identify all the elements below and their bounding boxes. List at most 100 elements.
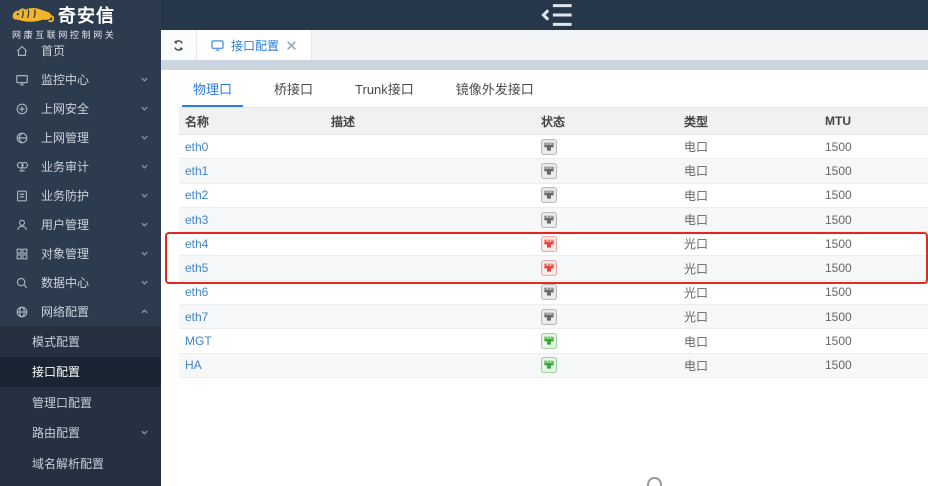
sidebar-item-internet-management[interactable]: 上网管理 — [0, 123, 161, 152]
interface-link-eth0[interactable]: eth0 — [185, 140, 208, 154]
sidebar-subitem-route-config[interactable]: 路由配置 — [0, 418, 161, 449]
cell-name: MGT — [179, 334, 325, 348]
cell-mtu: 1500 — [825, 261, 852, 276]
table-header-col-name: 名称 — [185, 114, 210, 129]
cell-type: 光口 — [684, 261, 709, 276]
refresh-icon[interactable] — [161, 30, 197, 60]
cell-mtu: 1500 — [825, 285, 852, 300]
interface-table: 名称 描述 状态 类型 MTU eth0 电口 1500 eth1 电口 1500 eth2 电口 15… — [179, 107, 928, 378]
table-header-col-description: 描述 — [331, 114, 356, 129]
sidebar-subitem-dhcp-service[interactable]: DHCP服务 — [0, 479, 161, 486]
port-status-red-icon — [541, 235, 557, 252]
table-row-eth1: eth1 电口 1500 — [179, 159, 928, 184]
chevron-up-icon — [140, 307, 149, 316]
monitor-icon — [15, 73, 29, 87]
port-status-gray-icon — [541, 187, 557, 204]
subtab-physical-port[interactable]: 物理口 — [181, 79, 244, 107]
interface-link-eth7[interactable]: eth7 — [185, 310, 208, 324]
cell-mtu: 1500 — [825, 236, 852, 251]
cell-status — [535, 163, 678, 179]
interface-link-eth4[interactable]: eth4 — [185, 237, 208, 251]
cell-mtu: 1500 — [825, 358, 852, 373]
sidebar-subitem-label: 接口配置 — [32, 365, 81, 380]
sidebar-item-data-center[interactable]: 数据中心 — [0, 268, 161, 297]
brand-subtitle: 网康互联网控制网关 — [12, 30, 117, 40]
cell-name: eth6 — [179, 285, 325, 299]
sidebar-subitem-label: 管理口配置 — [32, 395, 93, 410]
search-icon — [15, 276, 29, 290]
interface-link-eth2[interactable]: eth2 — [185, 188, 208, 202]
interface-subtabs: 物理口 桥接口 Trunk接口 镜像外发接口 — [161, 70, 928, 107]
cell-status — [535, 235, 678, 252]
topbar — [161, 0, 928, 30]
close-icon[interactable] — [286, 40, 297, 51]
cell-status — [535, 211, 678, 228]
brand-logo: 奇安信 网康互联网控制网关 — [0, 0, 161, 40]
main-content: 物理口 桥接口 Trunk接口 镜像外发接口 名称 描述 状态 类型 MTU eth0 电口 15… — [161, 70, 928, 486]
cell-name: eth5 — [179, 261, 325, 275]
cell-name: eth3 — [179, 213, 325, 227]
cell-name: HA — [179, 358, 325, 372]
sidebar-item-monitor-center[interactable]: 监控中心 — [0, 65, 161, 94]
port-status-green-icon — [541, 333, 557, 349]
sidebar-item-label: 上网安全 — [41, 102, 90, 116]
sidebar-item-internet-security[interactable]: 上网安全 — [0, 94, 161, 123]
cell-mtu: 1500 — [825, 163, 852, 178]
sidebar-nav: 首页 监控中心 上网安全 上网管理 业务审计 业务防护 用户管理 对象管理 数据中心 网络配置 模式… — [0, 36, 161, 486]
cell-status — [535, 138, 678, 155]
table-body: eth0 电口 1500 eth1 电口 1500 eth2 电口 1500 eth3 电口 1500… — [179, 135, 928, 378]
cell-type: 电口 — [684, 358, 709, 373]
port-status-gray-icon — [541, 211, 557, 228]
loading-spinner — [647, 477, 662, 486]
sidebar-subitem-label: 模式配置 — [32, 334, 81, 349]
tab-interface-config[interactable]: 接口配置 — [197, 30, 313, 60]
sidebar-subitem-label: 路由配置 — [32, 426, 81, 441]
sidebar-item-network-config[interactable]: 网络配置 — [0, 297, 161, 326]
table-row-eth6: eth6 光口 1500 — [179, 281, 928, 306]
chevron-down-icon — [140, 162, 149, 171]
sidebar-item-business-audit[interactable]: 业务审计 — [0, 152, 161, 181]
interface-link-ha[interactable]: HA — [185, 358, 202, 372]
monitor-icon — [211, 39, 224, 51]
cell-name: eth2 — [179, 188, 325, 202]
sidebar-item-label: 用户管理 — [41, 218, 90, 232]
target-icon — [15, 102, 29, 116]
tiger-logo-icon — [10, 5, 55, 25]
interface-link-eth1[interactable]: eth1 — [185, 164, 208, 178]
cell-mtu: 1500 — [825, 334, 852, 349]
interface-link-eth3[interactable]: eth3 — [185, 213, 208, 227]
cell-name: eth0 — [179, 140, 325, 154]
table-row-eth2: eth2 电口 1500 — [179, 184, 928, 208]
subtab-bridge-port[interactable]: 桥接口 — [274, 79, 313, 107]
audit-icon — [15, 160, 29, 174]
brand-title: 奇安信 — [58, 6, 115, 26]
sidebar-subitem-interface-config[interactable]: 接口配置 — [0, 356, 161, 387]
cell-type: 电口 — [684, 334, 709, 349]
chevron-down-icon — [140, 278, 149, 287]
sidebar-item-label: 数据中心 — [41, 276, 90, 290]
interface-link-eth5[interactable]: eth5 — [185, 261, 208, 275]
sidebar-subitem-mgmt-port-config[interactable]: 管理口配置 — [0, 387, 161, 418]
interface-link-mgt[interactable]: MGT — [185, 334, 212, 348]
sidebar-item-label: 网络配置 — [41, 305, 90, 319]
cell-type: 光口 — [684, 237, 709, 252]
cell-name: eth4 — [179, 237, 325, 251]
subtab-mirror-port[interactable]: 镜像外发接口 — [456, 79, 534, 107]
sidebar-subitem-dns-resolve-config[interactable]: 域名解析配置 — [0, 448, 161, 479]
sidebar-item-business-protection[interactable]: 业务防护 — [0, 181, 161, 210]
table-header-row: 名称 描述 状态 类型 MTU — [179, 107, 928, 135]
subtab-trunk-port[interactable]: Trunk接口 — [355, 79, 414, 107]
chevron-down-icon — [140, 428, 149, 437]
sidebar-item-label: 上网管理 — [41, 131, 90, 145]
sidebar-submenu-network-config: 模式配置接口配置管理口配置路由配置域名解析配置 DHCP服务 — [0, 326, 161, 486]
interface-link-eth6[interactable]: eth6 — [185, 285, 208, 299]
home-icon — [15, 44, 29, 58]
sidebar-item-object-management[interactable]: 对象管理 — [0, 239, 161, 268]
chevron-down-icon — [140, 249, 149, 258]
cell-status — [535, 187, 678, 204]
sidebar-subitem-label: 域名解析配置 — [32, 456, 105, 471]
cell-mtu: 1500 — [825, 212, 852, 227]
user-icon — [15, 218, 29, 232]
sidebar-item-user-management[interactable]: 用户管理 — [0, 210, 161, 239]
sidebar-subitem-mode-config[interactable]: 模式配置 — [0, 326, 161, 357]
